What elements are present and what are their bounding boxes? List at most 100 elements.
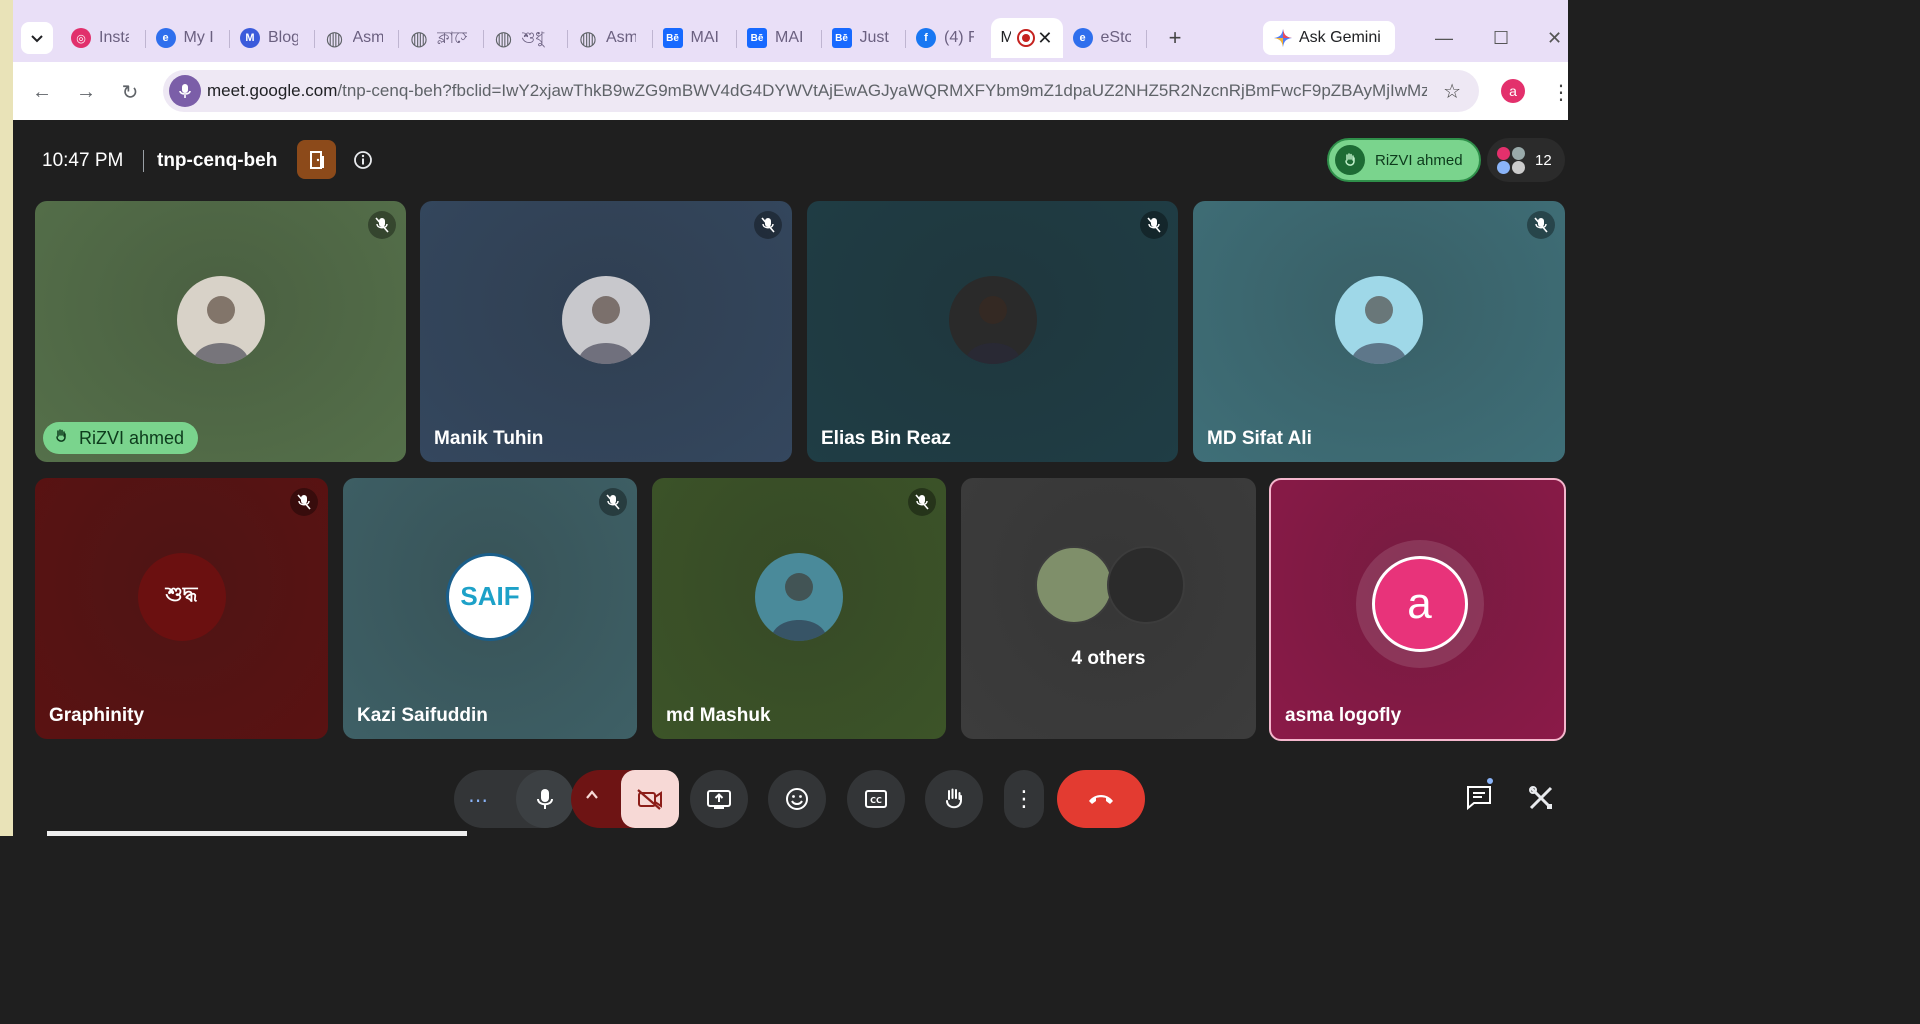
- browser-tab[interactable]: ◎ Insta: [61, 18, 146, 58]
- microphone-button[interactable]: [516, 770, 574, 828]
- url-text: meet.google.com/tnp-cenq-beh?fbclid=IwY2…: [207, 81, 1427, 101]
- forward-button[interactable]: →: [74, 80, 98, 104]
- participant-name: Manik Tuhin: [434, 428, 544, 449]
- notification-dot: [1485, 776, 1495, 786]
- mic-off-icon: [908, 488, 936, 516]
- browser-tab[interactable]: ◍ Asm: [568, 18, 653, 58]
- gemini-sparkle-icon: [1274, 29, 1292, 47]
- browser-tab[interactable]: ◍ শুধু: [484, 18, 569, 58]
- activities-button[interactable]: [1527, 784, 1555, 817]
- participant-tile[interactable]: শুদ্ধ Graphinity: [35, 478, 328, 739]
- tab-strip: ◎InstaeMy IMBlog◍Asm◍ক্লাসে◍শুধু◍AsmBēMA…: [13, 0, 1568, 62]
- browser-tab[interactable]: Bē MAI: [653, 18, 738, 58]
- leave-call-button[interactable]: [1057, 770, 1145, 828]
- circle-e-icon: e: [1072, 28, 1093, 48]
- participant-tile[interactable]: RiZVI ahmed: [35, 201, 406, 462]
- tab-title: Asm: [352, 29, 383, 46]
- raised-hand-notice[interactable]: RiZVI ahmed: [1327, 138, 1481, 182]
- new-tab-button[interactable]: +: [1163, 25, 1187, 50]
- minimize-button[interactable]: —: [1435, 28, 1453, 49]
- minimize-icon: —: [1435, 28, 1453, 48]
- facebook-icon: f: [916, 28, 936, 48]
- meeting-code: tnp-cenq-beh: [157, 150, 278, 171]
- behance-icon: Bē: [831, 28, 852, 48]
- recording-icon: [1016, 29, 1035, 47]
- globe-icon: ◍: [494, 27, 513, 50]
- captions-button[interactable]: CC: [847, 770, 905, 828]
- tab-title: My I: [183, 29, 214, 46]
- participant-avatar: [755, 552, 843, 641]
- tab-title: Blog: [268, 29, 298, 46]
- back-button[interactable]: ←: [30, 80, 54, 104]
- tab-title: Just: [859, 29, 889, 46]
- camera-options-button[interactable]: [585, 786, 599, 807]
- closed-captions-icon: CC: [865, 790, 887, 808]
- tab-search-button[interactable]: [21, 22, 53, 54]
- tab-title: Insta: [99, 29, 129, 46]
- maximize-button[interactable]: ☐: [1493, 28, 1509, 49]
- ask-gemini-button[interactable]: Ask Gemini: [1263, 21, 1395, 55]
- close-window-button[interactable]: ✕: [1547, 28, 1562, 49]
- participant-avatar: [1335, 275, 1423, 364]
- star-icon: ☆: [1443, 81, 1461, 103]
- address-bar[interactable]: meet.google.com/tnp-cenq-beh?fbclid=IwY2…: [163, 70, 1479, 112]
- browser-tab[interactable]: Bē MAI: [737, 18, 822, 58]
- raise-hand-button[interactable]: [925, 770, 983, 828]
- bookmark-button[interactable]: ☆: [1443, 79, 1461, 104]
- browser-tab-active[interactable]: M ✕: [990, 18, 1063, 58]
- present-button[interactable]: [690, 770, 748, 828]
- tab-title: MAI: [690, 29, 719, 46]
- avatar-label: শুদ্ধ: [165, 584, 198, 606]
- chat-button[interactable]: [1465, 776, 1495, 815]
- video-off-icon: [637, 789, 662, 810]
- participant-tile[interactable]: MD Sifat Ali: [1193, 201, 1565, 462]
- taskbar-fragment: [47, 831, 467, 836]
- tab-title: Asm: [606, 29, 636, 46]
- participant-tile[interactable]: SAIF Kazi Saifuddin: [343, 478, 637, 739]
- browser-tab[interactable]: e eSto: [1063, 18, 1148, 58]
- more-vert-icon: ⋮: [1551, 82, 1571, 104]
- host-controls-button[interactable]: [297, 140, 336, 179]
- header-divider: [143, 150, 144, 172]
- tab-title: ক্লাসে: [437, 29, 467, 47]
- participant-avatar: [562, 275, 650, 364]
- participant-avatar: শুদ্ধ: [137, 552, 226, 641]
- participant-avatars: [1497, 145, 1527, 175]
- participant-avatar: [176, 275, 265, 364]
- overflow-dots-button[interactable]: ⋯: [468, 788, 489, 813]
- participants-button[interactable]: 12: [1487, 138, 1565, 182]
- participant-tile[interactable]: md Mashuk: [652, 478, 946, 739]
- browser-tab[interactable]: Bē Just: [822, 18, 907, 58]
- reactions-button[interactable]: [768, 770, 826, 828]
- tab-title: MAI: [775, 29, 804, 46]
- more-options-button[interactable]: ⋮: [1004, 770, 1044, 828]
- participant-tile[interactable]: Manik Tuhin: [420, 201, 792, 462]
- profile-avatar[interactable]: a: [1501, 79, 1525, 103]
- avatar-label: SAIF: [460, 581, 520, 611]
- mic-off-icon: [368, 211, 396, 239]
- svg-text:CC: CC: [870, 796, 882, 805]
- more-controls-group: ⋯: [454, 770, 574, 828]
- browser-tab[interactable]: ◍ Asm: [315, 18, 400, 58]
- speaking-ring: a: [1355, 539, 1484, 668]
- door-icon: [309, 150, 324, 169]
- participant-tile[interactable]: 4 others: [961, 478, 1256, 739]
- participant-tile[interactable]: a asma logofly: [1269, 478, 1566, 741]
- reload-button[interactable]: ↻: [118, 80, 142, 104]
- participant-name: Kazi Saifuddin: [357, 705, 488, 726]
- browser-tab[interactable]: f (4) F: [906, 18, 991, 58]
- camera-off-button[interactable]: [621, 770, 679, 828]
- raise-hand-icon: [946, 788, 962, 809]
- browser-menu-button[interactable]: ⋮: [1551, 80, 1571, 105]
- browser-tab[interactable]: e My I: [146, 18, 231, 58]
- chevron-down-icon: [31, 35, 43, 43]
- participant-name: RiZVI ahmed: [79, 427, 185, 448]
- microphone-icon: [537, 789, 553, 809]
- close-tab-icon[interactable]: ✕: [1037, 28, 1052, 49]
- globe-icon: ◍: [410, 27, 428, 50]
- participant-tile[interactable]: Elias Bin Reaz: [807, 201, 1178, 462]
- meeting-info-button[interactable]: [353, 150, 373, 170]
- site-mic-indicator[interactable]: [169, 75, 201, 107]
- browser-tab[interactable]: M Blog: [230, 18, 315, 58]
- browser-tab[interactable]: ◍ ক্লাসে: [399, 18, 484, 58]
